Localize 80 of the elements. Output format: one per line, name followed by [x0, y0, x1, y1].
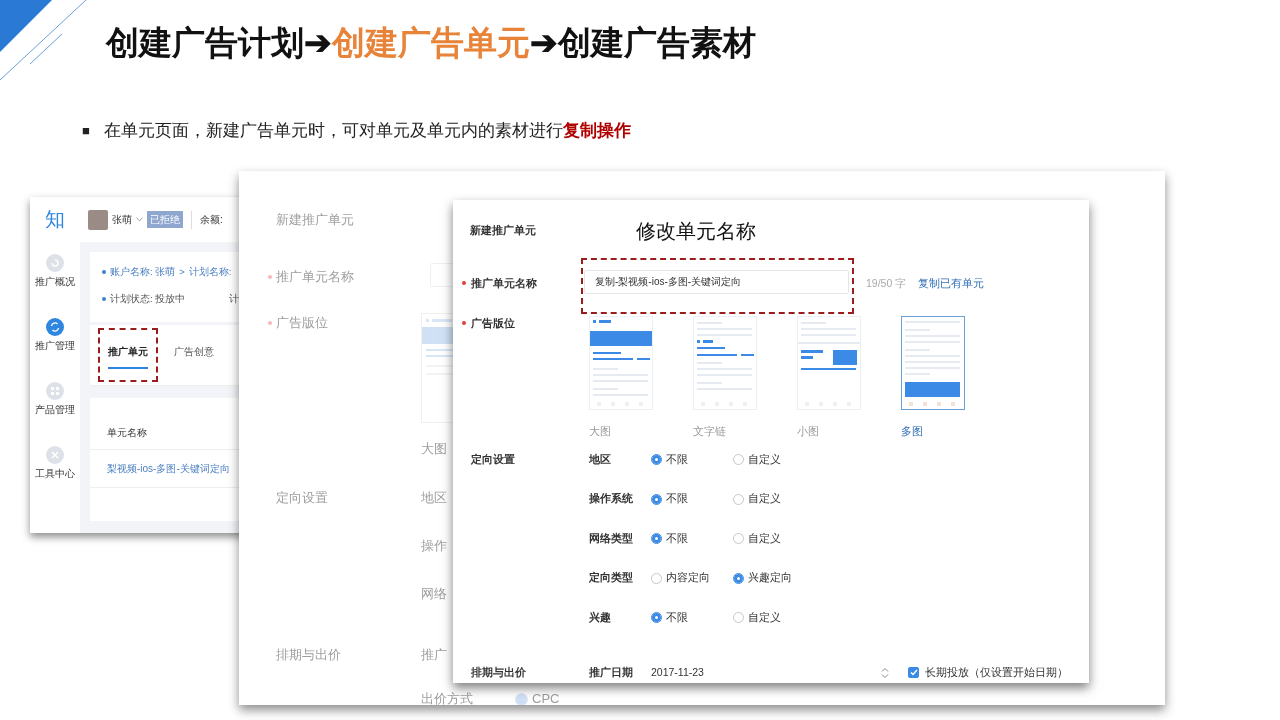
- field-label: 操作: [421, 537, 447, 556]
- layout-thumbnail-drawing[interactable]: [901, 316, 965, 410]
- tab[interactable]: 广告创意: [174, 343, 214, 369]
- tools-icon: [46, 446, 64, 464]
- bullet-text: 在单元页面，新建广告单元时，可对单元及单元内的素材进行复制操作: [103, 120, 631, 142]
- caret-icon: [136, 217, 143, 222]
- info-text: 计: [229, 292, 240, 307]
- field-label: 定向类型: [589, 570, 634, 586]
- sidebar-item[interactable]: 工具中心: [35, 446, 75, 498]
- copy-link[interactable]: 复制已有单元: [918, 276, 985, 292]
- balance-label: 余额:: [200, 213, 223, 227]
- avatar-placeholder: [88, 209, 108, 230]
- sidebar-item[interactable]: 推广管理: [35, 318, 75, 370]
- bullet-marker: ■: [82, 122, 90, 140]
- annotation-text: 修改单元名称: [636, 219, 756, 244]
- radio-button[interactable]: [733, 572, 744, 584]
- dialog-title: 新建推广单元: [276, 211, 355, 229]
- option-label: CPC: [532, 690, 560, 705]
- info-text: 计划状态: 投放中: [110, 292, 186, 307]
- info-text[interactable]: 账户名称: 张萌: [110, 265, 176, 280]
- title-step: 创建广告计划: [106, 18, 304, 68]
- option-label: 自定义: [748, 530, 781, 546]
- option-label: 内容定向: [666, 570, 710, 586]
- radio-button[interactable]: [651, 612, 662, 624]
- bullet-dot: [102, 270, 106, 275]
- radio-button[interactable]: [651, 533, 662, 545]
- field-label: 广告版位: [268, 314, 328, 330]
- option-label: 自定义: [748, 609, 781, 625]
- sidebar-item[interactable]: 推广概况: [35, 254, 75, 306]
- checkbox[interactable]: [908, 667, 919, 678]
- option-caption: 大图: [589, 424, 612, 439]
- text-input[interactable]: 复制-梨视频-ios-多图-关键词定向: [584, 270, 849, 294]
- grid-icon: [46, 382, 64, 400]
- option-label: 自定义: [748, 491, 781, 507]
- field-label: 推广单元名称: [268, 268, 354, 284]
- cycle-icon: [46, 318, 64, 336]
- checkbox-label: 长期投放（仅设置开始日期）: [925, 664, 1068, 680]
- title-step: 创建广告素材: [558, 18, 756, 68]
- tab[interactable]: 推广单元: [108, 344, 148, 369]
- field-label: 出价方式: [421, 690, 473, 705]
- radio-button[interactable]: [651, 493, 662, 505]
- info-text[interactable]: 计划名称:: [188, 265, 232, 280]
- option-label: 不限: [666, 451, 688, 467]
- field-label: 排期与出价: [471, 665, 526, 678]
- radio-button[interactable]: [651, 454, 662, 466]
- spinner-icon: [881, 666, 889, 679]
- field-label: 兴趣: [589, 609, 612, 625]
- arrow-glyph: ➔: [304, 23, 332, 63]
- sidebar-item[interactable]: 产品管理: [35, 382, 75, 434]
- arrow-glyph: ➔: [530, 23, 558, 63]
- field-label: 地区: [589, 451, 612, 467]
- dialog-title: 新建推广单元: [470, 223, 537, 239]
- field-label: 操作系统: [589, 491, 634, 507]
- field-label: 推广: [421, 646, 447, 665]
- option-label: 不限: [666, 530, 688, 546]
- field-label: 广告版位: [462, 317, 515, 329]
- user-name[interactable]: 张萌: [112, 212, 132, 227]
- field-label: 网络: [421, 585, 447, 604]
- info-text[interactable]: >: [179, 265, 185, 280]
- field-label: 定向设置: [276, 490, 328, 505]
- title-step: 创建广告单元: [332, 18, 530, 68]
- option-label: 兴趣定向: [748, 570, 792, 586]
- option-caption: 大图: [421, 439, 448, 458]
- field-label: 网络类型: [589, 530, 634, 546]
- option-caption: 多图: [901, 424, 924, 439]
- status-badge: 已拒绝: [147, 211, 183, 228]
- field-label: 排期与出价: [276, 647, 341, 662]
- field-label: 推广单元名称: [462, 277, 537, 290]
- option-label: 不限: [666, 491, 688, 507]
- option-caption: 文字链: [693, 424, 727, 439]
- char-counter: 19/50 字: [866, 276, 907, 292]
- field-label: 定向设置: [471, 453, 515, 465]
- bullet-dot: [102, 297, 106, 302]
- date-value[interactable]: 2017-11-23: [651, 664, 881, 681]
- field-label: 推广日期: [589, 664, 634, 680]
- option-label: 不限: [666, 609, 688, 625]
- option-caption: 小图: [797, 424, 820, 439]
- option-label: 自定义: [748, 451, 781, 467]
- field-label: 地区: [421, 489, 447, 508]
- logo: 知: [45, 207, 65, 232]
